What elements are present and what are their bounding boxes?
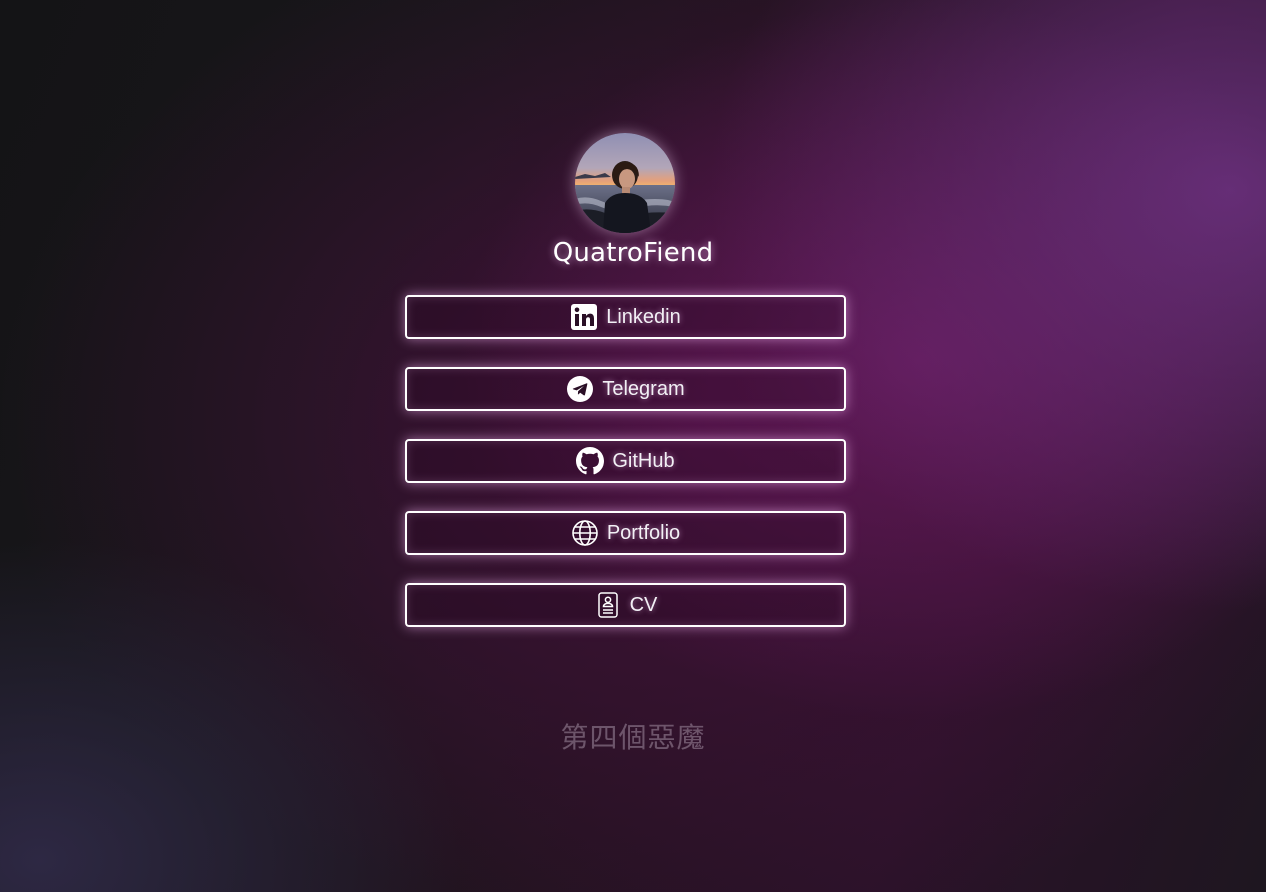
github-link-label: GitHub (612, 449, 675, 472)
telegram-link-button[interactable]: Telegram (405, 367, 846, 411)
id-card-icon (594, 591, 622, 619)
portfolio-link-label: Portfolio (606, 521, 681, 544)
cv-link-button[interactable]: CV (405, 583, 846, 627)
footer-text: 第四個惡魔 (560, 721, 706, 754)
telegram-link-label: Telegram (602, 377, 685, 400)
portfolio-link-button[interactable]: Portfolio (405, 511, 846, 555)
linkedin-icon (570, 303, 598, 331)
globe-icon (571, 519, 599, 547)
avatar (575, 133, 675, 233)
cv-link-label: CV (629, 593, 658, 616)
github-icon (576, 447, 605, 475)
linkedin-link-button[interactable]: Linkedin (405, 295, 846, 339)
profile-name: QuatroFiend (552, 238, 714, 268)
telegram-icon (566, 375, 594, 403)
linkedin-link-label: Linkedin (606, 305, 681, 328)
link-list: Linkedin Telegram GitHub Portfolio CV (405, 295, 846, 655)
github-link-button[interactable]: GitHub (405, 439, 846, 483)
